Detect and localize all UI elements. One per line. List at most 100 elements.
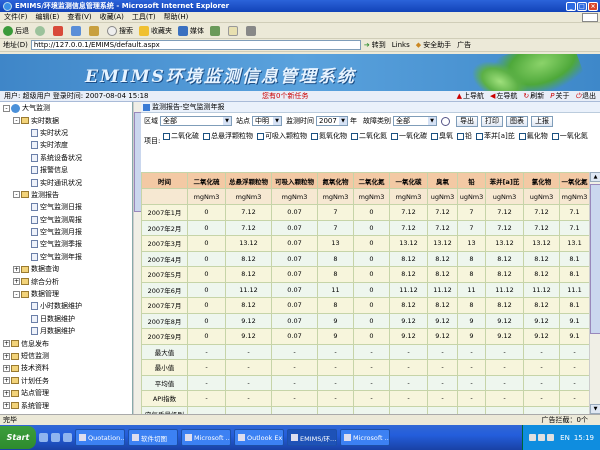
sidebar-item[interactable]: - 大气监测 — [0, 102, 132, 114]
expand-icon[interactable]: + — [13, 278, 20, 286]
expand-icon[interactable]: + — [13, 265, 20, 273]
column-header[interactable]: 氮氧化物 — [317, 172, 354, 189]
expand-icon[interactable]: + — [3, 364, 10, 372]
tray-icon[interactable] — [538, 434, 546, 441]
collapse-icon[interactable]: - — [3, 104, 10, 112]
column-header[interactable]: 一氧化氮 — [559, 172, 589, 189]
tray-icon[interactable] — [547, 434, 555, 441]
checkbox-box[interactable] — [457, 132, 464, 140]
column-header[interactable]: 可吸入颗粒物 — [271, 172, 318, 189]
table-scroll-thumb[interactable] — [590, 184, 600, 334]
export-button[interactable]: 导出 — [456, 115, 478, 127]
back-button[interactable]: 后退 — [3, 25, 29, 36]
quicklaunch-desktop-icon[interactable] — [51, 433, 60, 442]
menu-view[interactable]: 查看(V) — [67, 12, 91, 22]
checkbox-box[interactable] — [518, 132, 526, 140]
item-checkbox[interactable]: 氮氧化物 — [311, 130, 347, 142]
sidebar-scrollbar[interactable] — [133, 102, 142, 414]
search-icon[interactable] — [441, 116, 450, 126]
sidebar-item[interactable]: + 信息发布 — [0, 337, 132, 349]
quicklaunch-media-icon[interactable] — [63, 433, 72, 442]
media-button[interactable]: 媒体 — [178, 25, 204, 36]
sidebar-item[interactable]: + 技术资料 — [0, 362, 132, 374]
checkbox-box[interactable] — [163, 132, 170, 140]
item-checkbox[interactable]: 氟化物 — [518, 130, 548, 142]
item-checkbox[interactable]: 臭氧 — [431, 130, 453, 142]
sidebar-item[interactable]: + 短信监测 — [0, 350, 132, 362]
sidebar-item[interactable]: 空气监测年报 — [0, 251, 132, 263]
item-checkbox[interactable]: 铅 — [457, 130, 472, 142]
sidebar-item[interactable]: 实时通讯状况 — [0, 176, 132, 188]
sidebar-item[interactable]: + 站点管理 — [0, 387, 132, 399]
mail-button[interactable] — [228, 25, 240, 36]
year-select[interactable]: 2007 ▼ — [316, 116, 348, 126]
checkbox-box[interactable] — [311, 132, 318, 140]
item-checkbox[interactable]: 一氧化氮 — [551, 130, 588, 142]
maximize-button[interactable]: □ — [577, 1, 587, 11]
menu-edit[interactable]: 编辑(E) — [36, 12, 60, 22]
column-header[interactable]: 总悬浮颗粒物 — [225, 172, 272, 189]
collapse-icon[interactable]: - — [13, 290, 20, 298]
expand-icon[interactable]: + — [3, 352, 10, 360]
column-header[interactable]: 二氧化氮 — [353, 172, 390, 189]
checkbox-box[interactable] — [203, 132, 210, 140]
column-header[interactable]: 一氧化碳 — [389, 172, 428, 189]
sidebar-item[interactable]: 报警信息 — [0, 164, 132, 176]
stop-button[interactable] — [53, 25, 65, 36]
checkbox-box[interactable] — [476, 132, 483, 140]
taskbar-window-button[interactable]: EMIMS/环... — [287, 429, 337, 446]
address-input[interactable]: http://127.0.0.1/EMIMS/default.aspx — [30, 40, 361, 50]
column-header[interactable]: 氯化物 — [523, 172, 560, 189]
sidebar-item[interactable]: - 数据管理 — [0, 288, 132, 300]
scroll-down-icon[interactable]: ▼ — [590, 404, 600, 414]
report-up-button[interactable]: 上报 — [531, 115, 553, 127]
chart-button[interactable]: 图表 — [506, 115, 528, 127]
go-button[interactable]: ➔ 转到 — [364, 40, 386, 50]
ad-block-button[interactable]: 广告 — [457, 40, 471, 50]
close-button[interactable]: × — [588, 1, 598, 11]
taskbar-window-button[interactable]: 软件切图 — [128, 429, 178, 446]
checkbox-box[interactable] — [391, 132, 398, 140]
home-button[interactable] — [89, 25, 101, 36]
quicklaunch-ie-icon[interactable] — [39, 433, 48, 442]
sidebar-item[interactable]: 实时状况 — [0, 127, 132, 139]
sidebar-item[interactable]: 系统设备状况 — [0, 152, 132, 164]
minimize-button[interactable]: _ — [566, 1, 576, 11]
menu-file[interactable]: 文件(F) — [4, 12, 28, 22]
sidebar-item[interactable]: 日数据维护 — [0, 313, 132, 325]
site-select[interactable]: 中明 ▼ — [252, 116, 282, 126]
type-select[interactable]: 全部 ▼ — [393, 116, 437, 126]
top-nav-link[interactable]: ▲ 上导航 — [457, 91, 484, 101]
sidebar-item[interactable]: + 系统管理 — [0, 399, 132, 411]
favorites-button[interactable]: 收藏夹 — [139, 25, 172, 36]
language-indicator[interactable]: EN — [560, 434, 570, 442]
column-header[interactable]: 时间 — [141, 172, 188, 189]
checkbox-box[interactable] — [351, 132, 358, 140]
logout-link[interactable]: ⏻ 退出 — [575, 91, 596, 101]
expand-icon[interactable]: + — [3, 402, 10, 410]
item-checkbox[interactable]: 总悬浮颗粒物 — [203, 130, 253, 142]
forward-button[interactable] — [35, 25, 47, 36]
column-header[interactable]: 铅 — [457, 172, 486, 189]
safety-assistant-button[interactable]: ◆ 安全助手 — [416, 40, 451, 50]
history-button[interactable] — [210, 25, 222, 36]
search-button[interactable]: 搜索 — [107, 25, 133, 36]
refresh-link[interactable]: ↻ 刷新 — [523, 91, 544, 101]
item-checkbox[interactable]: 二氧化氮 — [351, 130, 387, 142]
sidebar-item[interactable]: 小时数据维护 — [0, 300, 132, 312]
print-report-button[interactable]: 打印 — [481, 115, 503, 127]
menu-help[interactable]: 帮助(H) — [164, 12, 189, 22]
region-select[interactable]: 全部 ▼ — [160, 116, 232, 126]
expand-icon[interactable]: + — [3, 389, 10, 397]
item-checkbox[interactable]: 可吸入颗粒物 — [257, 130, 307, 142]
sidebar-item[interactable]: 实时浓度 — [0, 139, 132, 151]
collapse-icon[interactable]: - — [13, 117, 20, 125]
sidebar-item[interactable]: 空气监测日报 — [0, 201, 132, 213]
sidebar-item[interactable]: - 监测报告 — [0, 189, 132, 201]
item-checkbox[interactable]: 二氧化硫 — [163, 130, 199, 142]
taskbar-window-button[interactable]: Quotation... — [75, 429, 125, 446]
column-header[interactable]: 臭氧 — [427, 172, 458, 189]
start-button[interactable]: Start — [0, 426, 36, 449]
checkbox-box[interactable] — [551, 132, 559, 140]
sidebar-item[interactable]: 空气监测月报 — [0, 226, 132, 238]
